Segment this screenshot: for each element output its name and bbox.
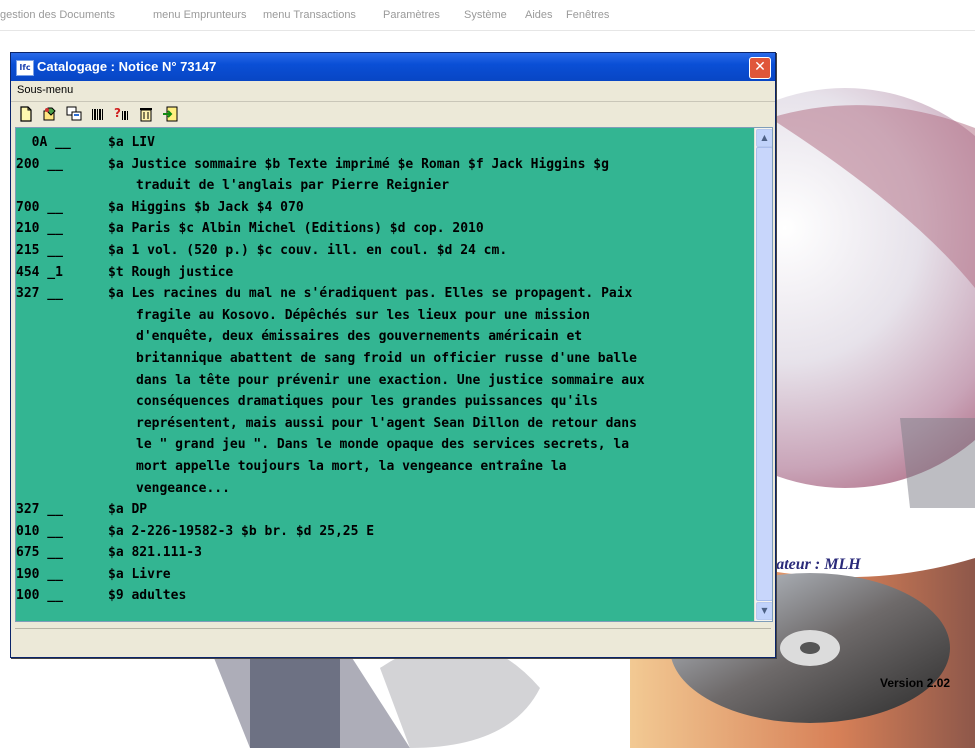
svg-text:?: ? (114, 106, 121, 120)
window-title-bar[interactable]: Ifc Catalogage : Notice N° 73147 ✕ (11, 53, 775, 81)
record-field: 327 __ $a DP (16, 499, 752, 521)
record-field: 454 _1 $t Rough justice (16, 262, 752, 284)
record-fields: 0A __ $a LIV 200 __ $a Justice sommaire $… (16, 132, 752, 607)
field-value: $a Paris $c Albin Michel (Editions) $d c… (108, 221, 484, 237)
menu-systeme[interactable]: Système (464, 9, 507, 21)
field-value: $a LIV (108, 135, 155, 150)
exit-icon[interactable] (162, 106, 178, 122)
field-tag: 010 __ (16, 523, 71, 539)
field-value: $a Higgins $b Jack $4 070 (108, 199, 304, 215)
field-tag: 454 _1 (16, 264, 71, 280)
field-value: $a 2-226-19582-3 $b br. $d 25,25 E (108, 523, 375, 539)
menu-aides[interactable]: Aides (525, 9, 553, 21)
menu-gestion-documents[interactable]: gestion des Documents (0, 9, 115, 21)
field-tag: 327 __ (16, 502, 71, 518)
menu-parametres[interactable]: Paramètres (383, 9, 440, 21)
scroll-down-icon[interactable]: ▼ (756, 602, 772, 620)
barcode-icon[interactable] (90, 106, 106, 122)
field-tag: 327 __ (16, 286, 71, 302)
field-value: $a Les racines du mal ne s'éradiquent pa… (108, 286, 633, 302)
field-value: fragile au Kosovo. Dépêchés sur les lieu… (136, 307, 590, 323)
field-tag: 675 __ (16, 545, 71, 561)
field-value: $a DP (108, 502, 148, 518)
app-icon: Ifc (16, 60, 34, 76)
menu-sous-menu[interactable]: Sous-menu (17, 84, 73, 96)
field-value: traduit de l'anglais par Pierre Reignier (136, 178, 450, 194)
vertical-scrollbar[interactable]: ▲ ▼ (754, 128, 772, 621)
field-tag: 190 __ (16, 566, 71, 582)
status-bar (15, 628, 771, 651)
field-tag: 0A __ (16, 135, 79, 150)
field-tag: 700 __ (16, 199, 71, 215)
record-field: 327 __ $a Les racines du mal ne s'éradiq… (16, 283, 752, 499)
delete-icon[interactable] (138, 106, 154, 122)
copy-record-icon[interactable] (66, 106, 82, 122)
record-field: 200 __ $a Justice sommaire $b Texte impr… (16, 154, 752, 197)
field-value: $a Justice sommaire $b Texte imprimé $e … (108, 156, 609, 172)
window-menu-bar: Sous-menu (11, 81, 775, 102)
application-menu-bar: gestion des Documents menu Emprunteurs m… (0, 0, 975, 31)
field-value: le " grand jeu ". Dans le monde opaque d… (136, 437, 630, 453)
record-content-area[interactable]: 0A __ $a LIV 200 __ $a Justice sommaire $… (15, 127, 773, 622)
field-tag: 100 __ (16, 588, 71, 604)
field-value: dans la tête pour prévenir une exaction.… (136, 372, 645, 388)
record-field: 700 __ $a Higgins $b Jack $4 070 (16, 197, 752, 219)
version-label: Version 2.02 (880, 676, 951, 690)
menu-emprunteurs[interactable]: menu Emprunteurs (153, 9, 247, 21)
menu-transactions[interactable]: menu Transactions (263, 9, 356, 21)
record-field: 010 __ $a 2-226-19582-3 $b br. $d 25,25 … (16, 521, 752, 543)
window-title: Catalogage : Notice N° 73147 (37, 59, 217, 74)
field-value: $9 adultes (108, 588, 187, 604)
field-value: d'enquête, deux émissaires des gouvernem… (136, 329, 583, 345)
field-value: $a 1 vol. (520 p.) $c couv. ill. en coul… (108, 242, 508, 258)
record-field: 215 __ $a 1 vol. (520 p.) $c couv. ill. … (16, 240, 752, 262)
field-value: $a Livre (108, 566, 171, 582)
field-value: britannique abattent de sang froid un of… (136, 350, 637, 366)
field-tag: 200 __ (16, 156, 71, 172)
record-field: 190 __ $a Livre (16, 564, 752, 586)
record-field: 0A __ $a LIV (16, 132, 752, 154)
field-tag: 210 __ (16, 221, 71, 237)
field-value: $t Rough justice (108, 264, 234, 280)
barcode-help-icon[interactable]: ? (114, 106, 130, 122)
field-value: mort appelle toujours la mort, la vengea… (136, 458, 567, 474)
edit-record-icon[interactable] (42, 106, 58, 122)
record-field: 210 __ $a Paris $c Albin Michel (Edition… (16, 218, 752, 240)
record-field: 100 __ $9 adultes (16, 585, 752, 607)
new-page-icon[interactable] (18, 106, 34, 122)
toolbar: ? (11, 102, 775, 126)
scroll-up-icon[interactable]: ▲ (756, 129, 772, 147)
menu-fenetres[interactable]: Fenêtres (566, 9, 609, 21)
close-button[interactable]: ✕ (749, 57, 771, 79)
catalogage-window: Ifc Catalogage : Notice N° 73147 ✕ Sous-… (10, 52, 776, 658)
record-field: 675 __ $a 821.111-3 (16, 542, 752, 564)
field-tag: 215 __ (16, 242, 71, 258)
field-value: conséquences dramatiques pour les grande… (136, 394, 598, 410)
field-value: représentent, mais aussi pour l'agent Se… (136, 415, 637, 431)
field-value: vengeance... (136, 480, 230, 496)
field-value: $a 821.111-3 (108, 545, 202, 561)
user-label: sateur : MLH (770, 556, 861, 573)
scrollbar-thumb[interactable] (756, 147, 772, 601)
